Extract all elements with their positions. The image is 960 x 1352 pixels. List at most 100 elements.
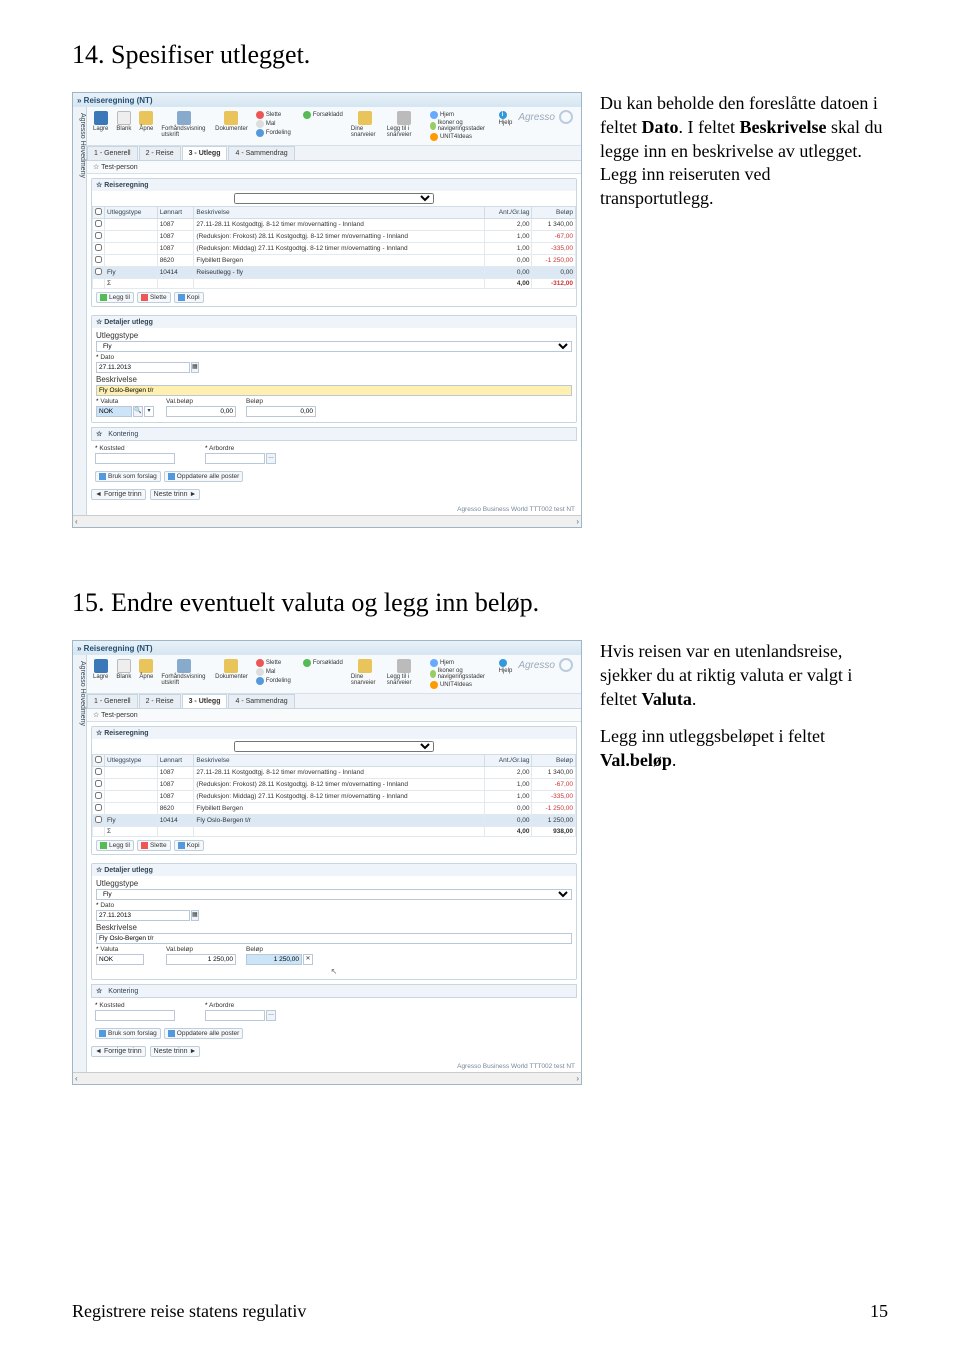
draft-button[interactable]: Forsøkladd	[303, 111, 343, 119]
tab-general[interactable]: 1 - Generell	[87, 146, 138, 160]
prev-step-button[interactable]: ◄ Forrige trinn	[91, 489, 146, 500]
filter-select[interactable]	[234, 193, 434, 204]
shortcuts-button[interactable]: Dine snarveier	[349, 658, 381, 687]
table-row[interactable]: 1087(Reduksjon: Middag) 27.11 Kostgodtgj…	[93, 243, 576, 255]
type-select[interactable]: Fly	[96, 341, 572, 352]
table-row[interactable]: 1087(Reduksjon: Frokost) 28.11 Kostgodtg…	[93, 231, 576, 243]
template-button[interactable]: Mal	[256, 120, 291, 128]
calendar-icon[interactable]: ▦	[191, 910, 199, 921]
valamount-field[interactable]	[166, 954, 236, 965]
amount-field[interactable]	[246, 954, 302, 965]
col-check[interactable]	[93, 207, 105, 219]
add-row-button[interactable]: Legg til	[96, 840, 134, 851]
step15-description: Hvis reisen var en utenlandsreise, sjekk…	[600, 640, 888, 1085]
table-row[interactable]: 8620Flybillett Bergen0,00-1 250,00	[93, 803, 576, 815]
home-button[interactable]: Hjem	[430, 111, 491, 119]
description-field[interactable]	[96, 385, 572, 396]
update-all-button[interactable]: Oppdatere alle poster	[164, 471, 244, 482]
description-field[interactable]	[96, 933, 572, 944]
arbordre-field[interactable]	[205, 453, 265, 464]
add-shortcut-button[interactable]: Legg til i snarveier	[385, 110, 424, 139]
copy-row-button[interactable]: Kopi	[174, 840, 204, 851]
table-row[interactable]: 108727.11-28.11 Kostgodtgj. 8-12 timer m…	[93, 219, 576, 231]
tab-general[interactable]: 1 - Generell	[87, 694, 138, 708]
arbordre-lookup-icon[interactable]: …	[266, 1010, 276, 1021]
side-menu[interactable]: Agresso Hovedmeny	[73, 655, 87, 1072]
documents-button[interactable]: Dokumenter	[213, 110, 250, 133]
next-step-button[interactable]: Neste trinn ►	[150, 489, 201, 500]
koststed-field[interactable]	[95, 453, 175, 464]
next-step-button[interactable]: Neste trinn ►	[150, 1046, 201, 1057]
tab-expenses[interactable]: 3 - Utlegg	[182, 694, 228, 708]
kontering-section[interactable]: ☆Kontering	[91, 984, 577, 998]
clear-icon[interactable]: ✕	[303, 954, 313, 965]
table-row[interactable]: 1087(Reduksjon: Middag) 27.11 Kostgodtgj…	[93, 791, 576, 803]
delete-button[interactable]: Slette	[256, 111, 291, 119]
date-field[interactable]	[96, 910, 190, 921]
valamount-field[interactable]	[166, 406, 236, 417]
arbordre-field[interactable]	[205, 1010, 265, 1021]
help-info-icon[interactable]	[499, 659, 513, 667]
open-button[interactable]: Åpne	[137, 658, 155, 681]
save-button[interactable]: Lagre	[91, 658, 110, 681]
tab-travel[interactable]: 2 - Reise	[139, 694, 181, 708]
calendar-icon[interactable]: ▦	[191, 362, 199, 373]
add-shortcut-button[interactable]: Legg til i snarveier	[385, 658, 424, 687]
scrollbar[interactable]: ‹›	[73, 1072, 581, 1084]
table-row[interactable]: 108727.11-28.11 Kostgodtgj. 8-12 timer m…	[93, 767, 576, 779]
shortcuts-button[interactable]: Dine snarveier	[349, 110, 381, 139]
delete-button[interactable]: Slette	[256, 659, 291, 667]
update-all-button[interactable]: Oppdatere alle poster	[164, 1028, 244, 1039]
preview-button[interactable]: Forhåndsvisning utskrift	[159, 658, 209, 687]
ideas-button[interactable]: UNIT4Ideas	[430, 681, 491, 689]
distribution-button[interactable]: Fordeling	[256, 129, 291, 137]
table-row[interactable]: 8620Flybillett Bergen0,00-1 250,00	[93, 255, 576, 267]
copy-row-button[interactable]: Kopi	[174, 292, 204, 303]
tab-summary[interactable]: 4 - Sammendrag	[228, 694, 294, 708]
prev-step-button[interactable]: ◄ Forrige trinn	[91, 1046, 146, 1057]
use-as-template-button[interactable]: Bruk som forslag	[95, 471, 161, 482]
delete-row-button[interactable]: Slette	[137, 840, 171, 851]
table-row[interactable]: Fly10414Fly Oslo-Bergen t/r0,001 250,00	[93, 815, 576, 827]
preview-button[interactable]: Forhåndsvisning utskrift	[159, 110, 209, 139]
use-as-template-button[interactable]: Bruk som forslag	[95, 1028, 161, 1039]
currency-dropdown-icon[interactable]: ▾	[144, 406, 154, 417]
help-button[interactable]: Hjelp	[499, 120, 513, 126]
blank-button[interactable]: Blank	[114, 658, 133, 681]
ideas-button[interactable]: UNIT4Ideas	[430, 133, 491, 141]
tab-travel[interactable]: 2 - Reise	[139, 146, 181, 160]
type-select[interactable]: Fly	[96, 889, 572, 900]
currency-lookup-icon[interactable]: 🔍	[133, 406, 143, 417]
help-info-icon[interactable]: i	[499, 111, 513, 119]
blank-button[interactable]: Blank	[114, 110, 133, 133]
col-check[interactable]	[95, 756, 102, 763]
nav-icons-button[interactable]: Ikoner og navigeringsstader	[430, 668, 491, 680]
draft-button[interactable]: Forsøkladd	[303, 659, 343, 667]
add-row-button[interactable]: Legg til	[96, 292, 134, 303]
tab-expenses[interactable]: 3 - Utlegg	[182, 146, 228, 160]
nav-icons-button[interactable]: Ikoner og navigeringsstader	[430, 120, 491, 132]
open-button[interactable]: Åpne	[137, 110, 155, 133]
template-button[interactable]: Mal	[256, 668, 291, 676]
currency-field[interactable]	[96, 954, 144, 965]
kontering-section[interactable]: ☆Kontering	[91, 427, 577, 441]
distribution-button[interactable]: Fordeling	[256, 677, 291, 685]
date-field[interactable]	[96, 362, 190, 373]
filter-select[interactable]	[234, 741, 434, 752]
scrollbar[interactable]: ‹›	[73, 515, 581, 527]
table-row[interactable]: Fly10414Reiseutlegg - fly0,000,00	[93, 267, 576, 279]
currency-field[interactable]	[96, 406, 132, 417]
col-amount: Beløp	[532, 207, 576, 219]
tab-summary[interactable]: 4 - Sammendrag	[228, 146, 294, 160]
details-heading: ☆ Detaljer utlegg	[92, 316, 576, 328]
arbordre-lookup-icon[interactable]: …	[266, 453, 276, 464]
help-button[interactable]: Hjelp	[499, 668, 513, 674]
side-menu[interactable]: Agresso Hovedmeny	[73, 107, 87, 515]
table-row[interactable]: 1087(Reduksjon: Frokost) 28.11 Kostgodtg…	[93, 779, 576, 791]
home-button[interactable]: Hjem	[430, 659, 491, 667]
koststed-field[interactable]	[95, 1010, 175, 1021]
delete-row-button[interactable]: Slette	[137, 292, 171, 303]
save-button[interactable]: Lagre	[91, 110, 110, 133]
amount-field[interactable]	[246, 406, 316, 417]
documents-button[interactable]: Dokumenter	[213, 658, 250, 681]
